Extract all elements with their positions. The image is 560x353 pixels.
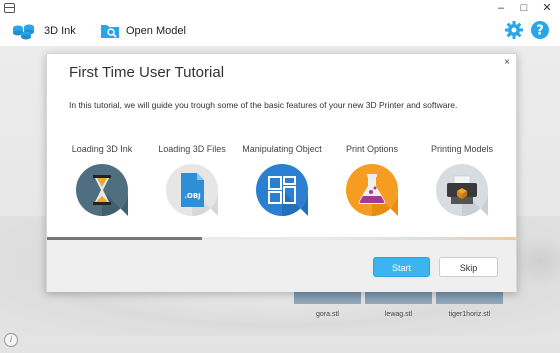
step-loading-files[interactable]: Loading 3D Files .OBJ	[147, 144, 237, 216]
ink-cartridges-icon	[13, 24, 34, 40]
gear-icon	[505, 21, 523, 39]
step-label: Printing Models	[430, 144, 494, 154]
step-label: Manipulating Object	[242, 144, 322, 154]
hourglass-icon	[76, 164, 128, 216]
layout-icon	[256, 164, 308, 216]
open-model-button[interactable]: Open Model	[100, 21, 186, 41]
title-bar: – □ ✕	[0, 0, 560, 16]
floor-shadow	[510, 236, 560, 286]
step-printing-models[interactable]: Printing Models	[417, 144, 507, 216]
printer-icon	[436, 164, 488, 216]
dialog-footer: Start Skip	[47, 240, 516, 292]
tutorial-dialog: × First Time User Tutorial In this tutor…	[46, 53, 517, 292]
obj-file-icon: .OBJ	[166, 164, 218, 216]
settings-button[interactable]	[504, 20, 524, 40]
info-button[interactable]: i	[4, 333, 18, 347]
toolbar: 3D Ink Open Model ?	[0, 16, 560, 46]
step-label: Print Options	[345, 144, 399, 154]
help-button[interactable]: ?	[530, 20, 550, 40]
step-label: Loading 3D Files	[158, 144, 226, 154]
dialog-close-button[interactable]: ×	[504, 57, 510, 68]
tutorial-steps: Loading 3D Ink Loading 3D Files .OBJ Man…	[57, 144, 508, 224]
start-button[interactable]: Start	[373, 257, 430, 277]
step-print-options[interactable]: Print Options	[327, 144, 417, 216]
dialog-description: In this tutorial, we will guide you trou…	[69, 100, 458, 110]
close-window-button[interactable]: ✕	[536, 1, 558, 15]
help-icon: ?	[531, 21, 549, 39]
minimize-button[interactable]: –	[490, 1, 512, 15]
model-thumbnail-label: lewag.stl	[384, 311, 413, 318]
obj-file-text: .OBJ	[184, 192, 201, 200]
ink-button[interactable]: 3D Ink	[12, 21, 76, 41]
step-manipulating-object[interactable]: Manipulating Object	[237, 144, 327, 216]
step-loading-ink[interactable]: Loading 3D Ink	[57, 144, 147, 216]
model-thumbnail-label: tiger1horiz.stl	[448, 311, 491, 318]
model-thumbnail-label: gora.stl	[316, 311, 339, 318]
dialog-title: First Time User Tutorial	[69, 64, 225, 81]
app-icon	[4, 3, 15, 13]
open-model-label: Open Model	[126, 25, 186, 37]
folder-search-icon	[101, 25, 119, 38]
step-label: Loading 3D Ink	[71, 144, 133, 154]
ink-label: 3D Ink	[44, 25, 76, 37]
flask-icon	[346, 164, 398, 216]
maximize-button[interactable]: □	[513, 1, 535, 15]
skip-button[interactable]: Skip	[439, 257, 498, 277]
svg-text:?: ?	[536, 24, 544, 39]
